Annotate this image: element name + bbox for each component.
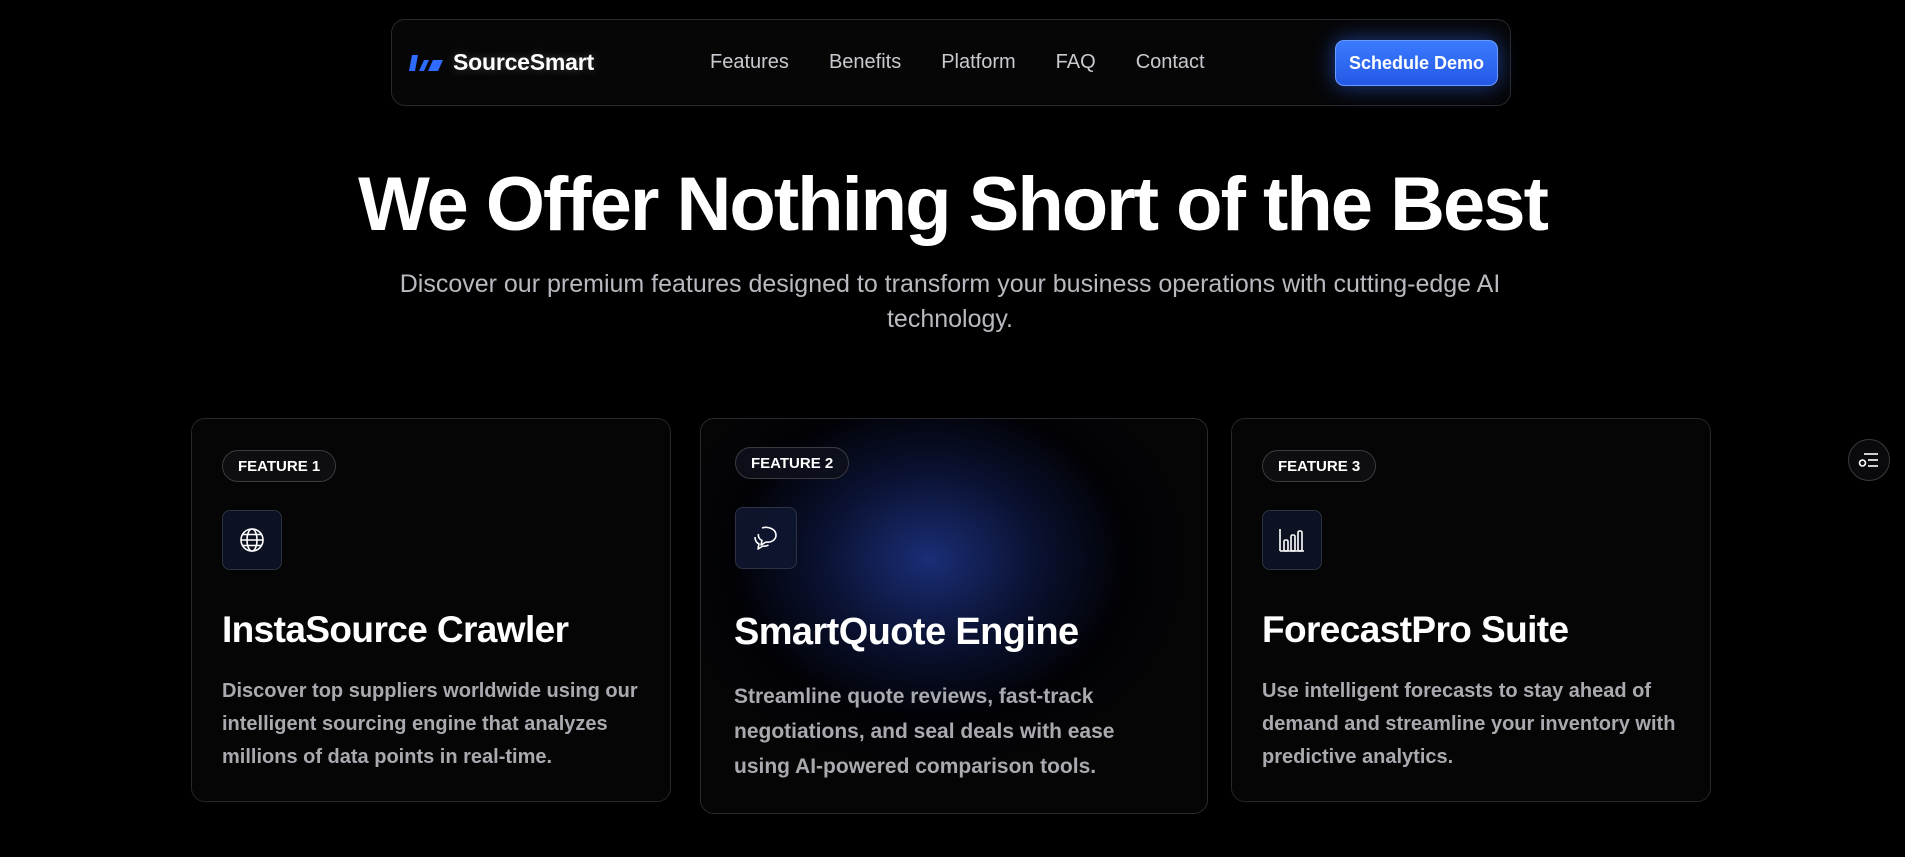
feature-card-1: FEATURE 1 InstaSource Crawler Discover t… (191, 418, 671, 802)
feature-badge: FEATURE 3 (1262, 450, 1377, 482)
nav-link-contact[interactable]: Contact (1136, 51, 1205, 74)
globe-icon (222, 510, 282, 570)
brand-name: SourceSmart (453, 49, 594, 75)
brand[interactable]: SourceSmart (408, 20, 594, 105)
schedule-demo-button[interactable]: Schedule Demo (1335, 40, 1498, 86)
hero-subtitle: Discover our premium features designed t… (399, 270, 1501, 333)
feature-description: Discover top suppliers worldwide using o… (222, 680, 638, 768)
feature-title: SmartQuote Engine (734, 611, 1079, 653)
nav-link-benefits[interactable]: Benefits (829, 51, 901, 74)
feature-card-2: FEATURE 2 SmartQuote Engine Streamline q… (700, 418, 1208, 814)
nav-link-features[interactable]: Features (710, 51, 789, 74)
feature-card-3: FEATURE 3 ForecastPro Suite Use intellig… (1231, 418, 1711, 802)
nav-link-faq[interactable]: FAQ (1056, 51, 1096, 74)
feature-description: Streamline quote reviews, fast-track neg… (734, 685, 1115, 778)
bar-chart-icon (1262, 510, 1322, 570)
chat-bubbles-icon (735, 507, 797, 569)
feature-title: ForecastPro Suite (1262, 609, 1569, 650)
brand-logo-icon (409, 54, 443, 71)
settings-toggle-icon[interactable] (1848, 439, 1890, 481)
hero-title: We Offer Nothing Short of the Best (358, 162, 1549, 247)
feature-title: InstaSource Crawler (222, 609, 569, 650)
feature-badge: FEATURE 2 (735, 447, 850, 479)
feature-badge: FEATURE 1 (222, 450, 337, 482)
top-navbar: SourceSmart Features Benefits Platform F… (391, 19, 1511, 106)
nav-link-platform[interactable]: Platform (941, 51, 1015, 74)
feature-description: Use intelligent forecasts to stay ahead … (1262, 680, 1676, 768)
nav-links: Features Benefits Platform FAQ Contact (710, 20, 1245, 105)
